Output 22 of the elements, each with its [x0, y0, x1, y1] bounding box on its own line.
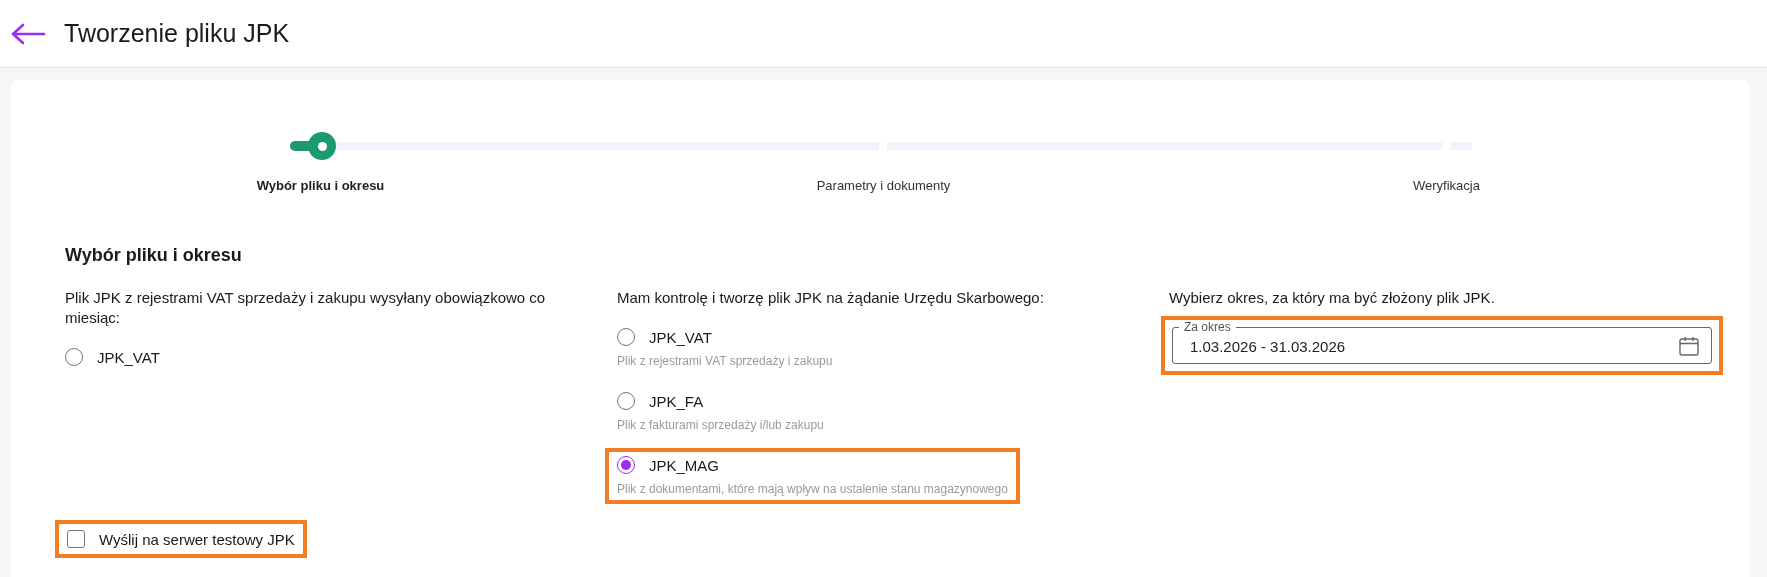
field-label: Za okres [1183, 320, 1232, 334]
radio-label: JPK_VAT [97, 348, 160, 366]
section-title: Wybór pliku i okresu [65, 245, 243, 266]
step-label[interactable]: Wybór pliku i okresu [256, 178, 385, 193]
radio-label: JPK_FA [649, 392, 704, 410]
step-label[interactable]: Parametry i dokumenty [816, 178, 951, 193]
calendar-icon[interactable] [1677, 334, 1701, 358]
intro-text: Plik JPK z rejestrami VAT sprzedaży i zakupu wysyłany obowiązkowo co miesiąc: [65, 288, 547, 328]
date-range-field[interactable]: Za okres 1.03.2026 - 31.03.2026 [1172, 320, 1712, 364]
back-arrow-icon[interactable] [10, 21, 46, 46]
field-value: 1.03.2026 - 31.03.2026 [1190, 337, 1347, 355]
checkbox-label: Wyślij na serwer testowy JPK [99, 530, 295, 548]
intro-text: Mam kontrolę i tworzę plik JPK na żądanie Urzędu Skarbowego: [617, 288, 1045, 308]
radio-label: JPK_VAT [649, 328, 712, 346]
step-label[interactable]: Weryfikacja [1413, 178, 1480, 193]
option-description: Plik z rejestrami VAT sprzedaży i zakupu [617, 354, 833, 368]
checkbox[interactable] [67, 530, 85, 548]
radio-label: JPK_MAG [649, 456, 720, 474]
intro-text: Wybierz okres, za który ma być złożony plik JPK. [1169, 288, 1496, 308]
page-title: Tworzenie pliku JPK [64, 19, 290, 48]
option-description: Plik z dokumentami, które mają wpływ na ustalenie stanu magazynowego [617, 482, 1008, 496]
option-description: Plik z fakturami sprzedaży i/lub zakupu [617, 418, 824, 432]
